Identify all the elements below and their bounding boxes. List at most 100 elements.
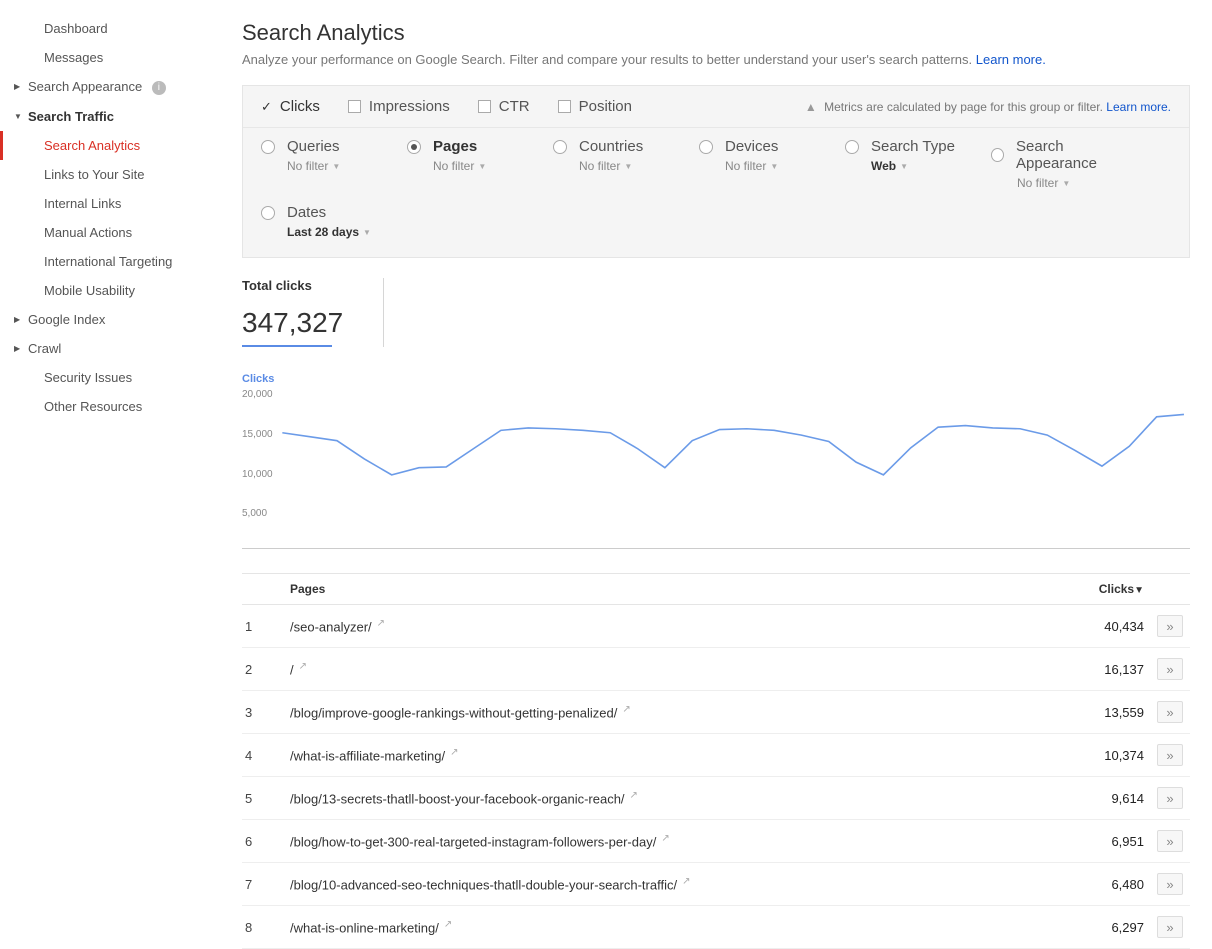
page-path-cell[interactable]: /what-is-affiliate-marketing/↗ bbox=[290, 747, 1040, 763]
page-subtitle-text: Analyze your performance on Google Searc… bbox=[242, 52, 972, 67]
metrics-learn-more-link[interactable]: Learn more. bbox=[1106, 100, 1171, 114]
dimension-filter-value[interactable]: No filter ▼ bbox=[725, 159, 845, 173]
external-link-icon[interactable]: ↗ bbox=[622, 704, 630, 715]
sidebar-item-dashboard[interactable]: Dashboard bbox=[6, 14, 220, 43]
sidebar-group-crawl[interactable]: ▶ Crawl bbox=[6, 334, 220, 363]
clicks-cell: 16,137 bbox=[1040, 662, 1150, 677]
table-row: 5/blog/13-secrets-thatll-boost-your-face… bbox=[242, 777, 1190, 820]
main-content: Search Analytics Analyze your performanc… bbox=[220, 0, 1212, 949]
chart-title: Clicks bbox=[242, 373, 1190, 385]
dimension-option-queries[interactable]: QueriesNo filter ▼ bbox=[261, 138, 407, 190]
sidebar-item-search-analytics[interactable]: Search Analytics bbox=[0, 131, 220, 160]
dimension-filter-value[interactable]: Last 28 days ▼ bbox=[287, 225, 407, 239]
external-link-icon[interactable]: ↗ bbox=[444, 919, 452, 930]
sidebar-item-international-targeting[interactable]: International Targeting bbox=[6, 247, 220, 276]
learn-more-link[interactable]: Learn more. bbox=[976, 52, 1046, 67]
expand-row-button[interactable]: » bbox=[1157, 830, 1183, 852]
dimension-label: Search Appearance bbox=[1016, 138, 1137, 172]
ytick: 5,000 bbox=[242, 508, 267, 519]
page-subtitle: Analyze your performance on Google Searc… bbox=[242, 52, 1190, 67]
page-title: Search Analytics bbox=[242, 20, 1190, 46]
external-link-icon[interactable]: ↗ bbox=[682, 876, 690, 887]
expand-row-button[interactable]: » bbox=[1157, 873, 1183, 895]
dimensions-row: QueriesNo filter ▼PagesNo filter ▼Countr… bbox=[243, 128, 1189, 257]
column-header-clicks[interactable]: Clicks▼ bbox=[1040, 582, 1150, 596]
metric-option-impressions[interactable]: Impressions bbox=[348, 98, 450, 115]
expand-row-button[interactable]: » bbox=[1157, 615, 1183, 637]
dimension-option-dates[interactable]: DatesLast 28 days ▼ bbox=[261, 204, 407, 239]
dimension-filter-value[interactable]: No filter ▼ bbox=[433, 159, 553, 173]
page-path-cell[interactable]: /↗ bbox=[290, 661, 1040, 677]
dimension-label: Pages bbox=[433, 138, 477, 155]
page-path-cell[interactable]: /what-is-online-marketing/↗ bbox=[290, 919, 1040, 935]
dropdown-icon: ▼ bbox=[900, 162, 908, 171]
dimension-filter-value[interactable]: No filter ▼ bbox=[287, 159, 407, 173]
dropdown-icon: ▼ bbox=[624, 162, 632, 171]
column-header-pages[interactable]: Pages bbox=[290, 582, 1040, 596]
dimension-filter-value[interactable]: Web ▼ bbox=[871, 159, 991, 173]
expand-row-button[interactable]: » bbox=[1157, 787, 1183, 809]
expand-row-button[interactable]: » bbox=[1157, 658, 1183, 680]
sidebar-item-other-resources[interactable]: Other Resources bbox=[6, 392, 220, 421]
external-link-icon[interactable]: ↗ bbox=[377, 618, 385, 629]
chevron-right-icon: ▶ bbox=[14, 315, 20, 324]
chevron-down-icon: ▼ bbox=[14, 112, 22, 121]
dimension-filter-value[interactable]: No filter ▼ bbox=[579, 159, 699, 173]
metric-option-clicks[interactable]: ✓ Clicks bbox=[261, 98, 320, 115]
radio-icon bbox=[407, 140, 421, 154]
sidebar-group-search-traffic-label: Search Traffic bbox=[28, 109, 114, 124]
radio-icon bbox=[845, 140, 859, 154]
dimension-option-countries[interactable]: CountriesNo filter ▼ bbox=[553, 138, 699, 190]
sidebar-item-security-issues[interactable]: Security Issues bbox=[6, 363, 220, 392]
expand-row-button[interactable]: » bbox=[1157, 744, 1183, 766]
metrics-note-text: Metrics are calculated by page for this … bbox=[824, 100, 1103, 114]
sidebar-item-manual-actions[interactable]: Manual Actions bbox=[6, 218, 220, 247]
sidebar-group-search-traffic[interactable]: ▼ Search Traffic bbox=[6, 102, 220, 131]
external-link-icon[interactable]: ↗ bbox=[299, 661, 307, 672]
sidebar-group-google-index[interactable]: ▶ Google Index bbox=[6, 305, 220, 334]
page-path-cell[interactable]: /blog/improve-google-rankings-without-ge… bbox=[290, 704, 1040, 720]
clicks-cell: 6,297 bbox=[1040, 920, 1150, 935]
sidebar-item-links-to-site[interactable]: Links to Your Site bbox=[6, 160, 220, 189]
metric-option-impressions-label: Impressions bbox=[369, 98, 450, 115]
total-clicks-value: 347,327 bbox=[242, 307, 343, 339]
external-link-icon[interactable]: ↗ bbox=[450, 747, 458, 758]
metric-option-position[interactable]: Position bbox=[558, 98, 632, 115]
sidebar-item-mobile-usability[interactable]: Mobile Usability bbox=[6, 276, 220, 305]
dimension-filter-value[interactable]: No filter ▼ bbox=[1017, 176, 1137, 190]
page-path-cell[interactable]: /blog/10-advanced-seo-techniques-thatll-… bbox=[290, 876, 1040, 892]
dimension-option-devices[interactable]: DevicesNo filter ▼ bbox=[699, 138, 845, 190]
external-link-icon[interactable]: ↗ bbox=[661, 833, 669, 844]
expand-row-button[interactable]: » bbox=[1157, 916, 1183, 938]
page-path-cell[interactable]: /blog/how-to-get-300-real-targeted-insta… bbox=[290, 833, 1040, 849]
check-icon: ✓ bbox=[261, 99, 272, 115]
metric-option-ctr[interactable]: CTR bbox=[478, 98, 530, 115]
dimension-option-search-appearance[interactable]: Search Appearance No filter ▼ bbox=[991, 138, 1137, 190]
checkbox-icon bbox=[558, 100, 571, 113]
row-number: 1 bbox=[242, 619, 290, 634]
page-path-cell[interactable]: /blog/13-secrets-thatll-boost-your-faceb… bbox=[290, 790, 1040, 806]
radio-icon bbox=[991, 148, 1004, 162]
expand-row-button[interactable]: » bbox=[1157, 701, 1183, 723]
info-icon: i bbox=[152, 81, 166, 95]
sidebar-group-search-appearance-label: Search Appearance bbox=[28, 79, 142, 94]
sidebar-group-search-appearance[interactable]: ▶ Search Appearance i bbox=[6, 72, 220, 102]
sidebar-group-google-index-label: Google Index bbox=[28, 312, 105, 327]
clicks-cell: 6,480 bbox=[1040, 877, 1150, 892]
metrics-note: ▲ Metrics are calculated by page for thi… bbox=[805, 100, 1171, 114]
dimension-option-search-type[interactable]: Search Type Web ▼ bbox=[845, 138, 991, 190]
dropdown-icon: ▼ bbox=[332, 162, 340, 171]
page-path-cell[interactable]: /seo-analyzer/↗ bbox=[290, 618, 1040, 634]
clicks-cell: 10,374 bbox=[1040, 748, 1150, 763]
radio-icon bbox=[261, 140, 275, 154]
sidebar-item-internal-links[interactable]: Internal Links bbox=[6, 189, 220, 218]
chevron-right-icon: ▶ bbox=[14, 82, 20, 91]
external-link-icon[interactable]: ↗ bbox=[630, 790, 638, 801]
dimension-label: Search Type bbox=[871, 138, 955, 155]
dimension-option-pages[interactable]: Pages No filter ▼ bbox=[407, 138, 553, 190]
dropdown-icon: ▼ bbox=[1062, 179, 1070, 188]
sidebar-item-messages[interactable]: Messages bbox=[6, 43, 220, 72]
table-row: 3/blog/improve-google-rankings-without-g… bbox=[242, 691, 1190, 734]
metric-option-clicks-label: Clicks bbox=[280, 98, 320, 115]
table-row: 7/blog/10-advanced-seo-techniques-thatll… bbox=[242, 863, 1190, 906]
